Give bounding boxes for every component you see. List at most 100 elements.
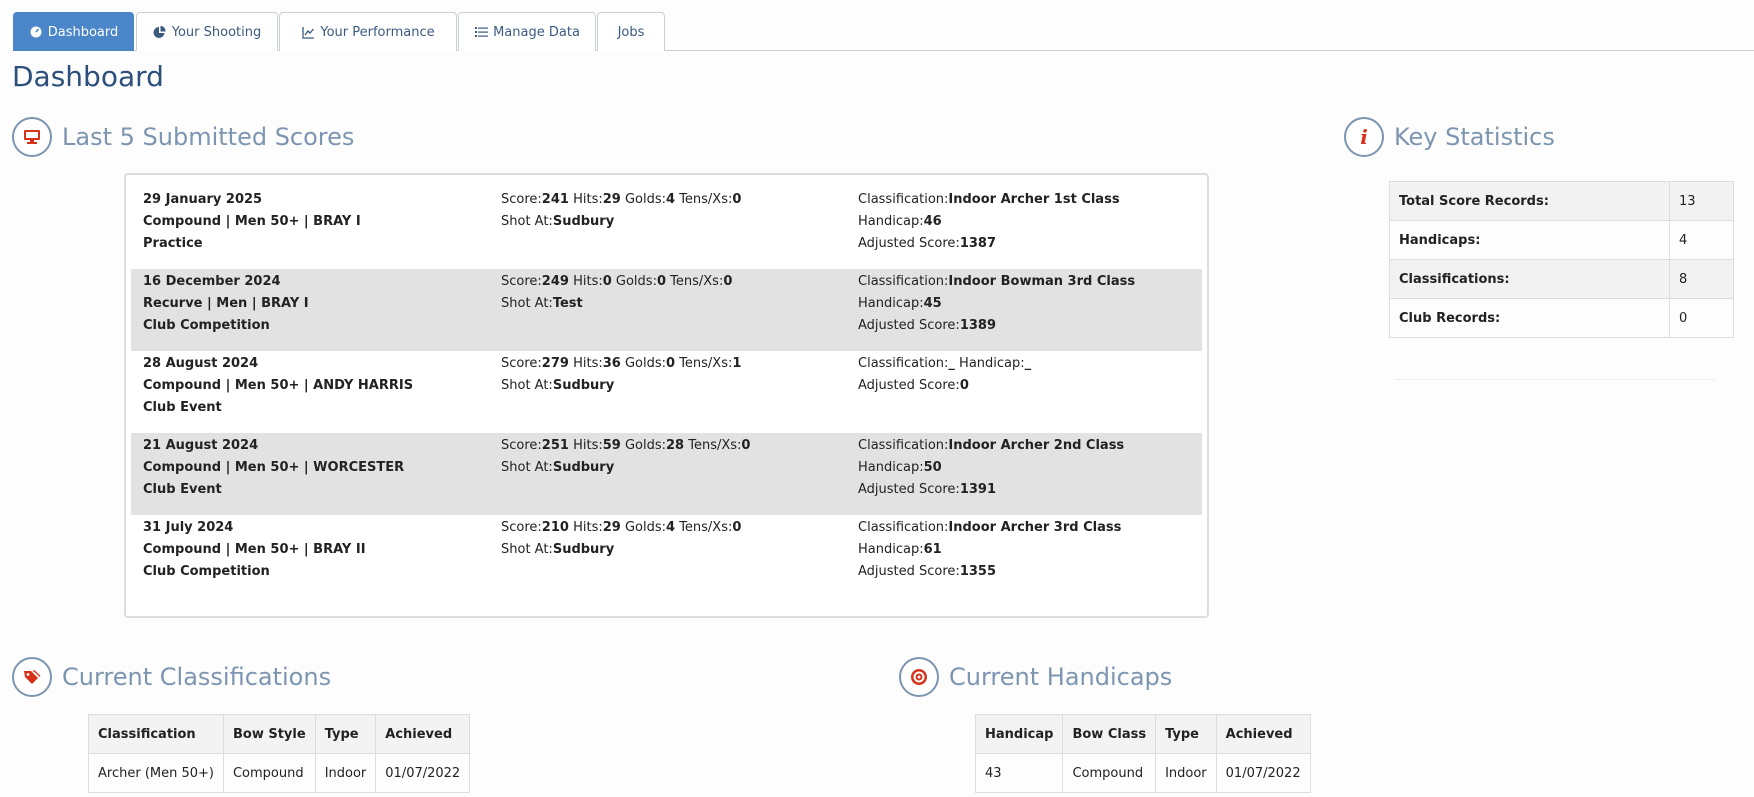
score-results: Score:279 Hits:36 Golds:0 Tens/Xs:1 Shot …: [501, 353, 841, 397]
score-row[interactable]: 28 August 2024 Compound | Men 50+ | ANDY …: [131, 351, 1202, 433]
classifications-header: Current Classifications: [12, 657, 331, 697]
classification-label: Classification:: [858, 520, 949, 535]
score-results: Score:210 Hits:29 Golds:4 Tens/Xs:0 Shot …: [501, 517, 841, 561]
handicap-label: Handicap:: [858, 460, 924, 475]
adjusted-score-label: Adjusted Score:: [858, 236, 960, 251]
handicap-value: 61: [923, 542, 942, 557]
table-cell: 01/07/2022: [1215, 753, 1311, 793]
classification-label: Classification:: [858, 438, 949, 453]
stat-value: 8: [1669, 259, 1734, 299]
score-row[interactable]: 31 July 2024 Compound | Men 50+ | BRAY II…: [131, 515, 1202, 597]
stat-label: Classifications:: [1389, 259, 1670, 299]
tens-value: 0: [723, 274, 733, 289]
column-header: Handicap: [974, 714, 1064, 754]
shot-at-value: Sudbury: [552, 460, 615, 475]
tab-label: Dashboard: [47, 24, 119, 40]
adjusted-score-value: 1391: [959, 482, 996, 497]
hits-label: Hits:: [573, 274, 603, 289]
table-header-row: Classification Bow Style Type Achieved: [88, 714, 471, 754]
classification-value: Indoor Archer 2nd Class: [948, 438, 1125, 453]
table-cell: Archer (Men 50+): [88, 753, 224, 793]
column-header: Classification: [88, 714, 224, 754]
golds-label: Golds:: [615, 274, 657, 289]
dashboard-icon: [29, 25, 43, 39]
stat-label: Club Records:: [1389, 298, 1670, 338]
golds-label: Golds:: [624, 356, 666, 371]
score-label: Score:: [501, 520, 542, 535]
score-round: Recurve | Men | BRAY I: [143, 296, 309, 311]
table-cell: Indoor: [314, 753, 377, 793]
table-row: Archer (Men 50+) Compound Indoor 01/07/2…: [88, 753, 471, 793]
tab-manage-data[interactable]: Manage Data: [458, 12, 596, 51]
adjusted-score-value: 1389: [959, 318, 996, 333]
tab-jobs[interactable]: Jobs: [597, 12, 665, 51]
score-round-info: 31 July 2024 Compound | Men 50+ | BRAY II…: [143, 517, 483, 583]
adjusted-score-label: Adjusted Score:: [858, 378, 960, 393]
table-cell: Indoor: [1155, 753, 1217, 793]
section-title: Last 5 Submitted Scores: [62, 123, 355, 151]
score-date: 21 August 2024: [143, 438, 259, 453]
hits-label: Hits:: [573, 356, 603, 371]
score-row[interactable]: 21 August 2024 Compound | Men 50+ | WORCE…: [131, 433, 1202, 515]
tens-label: Tens/Xs:: [670, 274, 724, 289]
score-date: 31 July 2024: [143, 520, 234, 535]
key-statistics-header: i Key Statistics: [1344, 117, 1555, 157]
score-event: Club Event: [143, 482, 222, 497]
score-row[interactable]: 16 December 2024 Recurve | Men | BRAY I Cl…: [131, 269, 1202, 351]
score-value: 249: [541, 274, 569, 289]
last-scores-header: Last 5 Submitted Scores: [12, 117, 354, 157]
classification-label: Classification:: [858, 274, 949, 289]
score-date: 29 January 2025: [143, 192, 263, 207]
score-round: Compound | Men 50+ | ANDY HARRIS: [143, 378, 414, 393]
tab-label: Manage Data: [493, 24, 580, 40]
table-row: 43 Compound Indoor 01/07/2022: [974, 753, 1311, 793]
score-value: 241: [541, 192, 569, 207]
tab-your-shooting[interactable]: Your Shooting: [136, 12, 278, 51]
score-row[interactable]: 29 January 2025 Compound | Men 50+ | BRAY…: [131, 187, 1202, 269]
score-event: Club Competition: [143, 564, 270, 579]
column-header: Achieved: [375, 714, 471, 754]
score-classification: Classification:Indoor Archer 3rd Class H…: [858, 517, 1198, 583]
golds-label: Golds:: [624, 520, 666, 535]
pie-chart-icon: [153, 25, 167, 39]
stat-row: Total Score Records: 13: [1389, 181, 1734, 221]
adjusted-score-label: Adjusted Score:: [858, 318, 960, 333]
stat-row: Handicaps: 4: [1389, 220, 1734, 260]
table-cell: Compound: [1062, 753, 1157, 793]
handicap-value: _: [1024, 356, 1032, 371]
tens-label: Tens/Xs:: [688, 438, 742, 453]
hits-value: 29: [602, 192, 621, 207]
score-label: Score:: [501, 438, 542, 453]
table-cell: 01/07/2022: [375, 753, 471, 793]
classification-value: Indoor Archer 1st Class: [948, 192, 1120, 207]
score-label: Score:: [501, 192, 542, 207]
score-results: Score:251 Hits:59 Golds:28 Tens/Xs:0 Shot…: [501, 435, 841, 479]
table-cell: 43: [974, 753, 1064, 793]
scores-panel: 29 January 2025 Compound | Men 50+ | BRAY…: [124, 173, 1209, 618]
score-event: Club Event: [143, 400, 222, 415]
score-date: 28 August 2024: [143, 356, 259, 371]
handicap-label: Handicap:: [959, 356, 1025, 371]
hits-value: 59: [602, 438, 621, 453]
stat-value: 4: [1669, 220, 1734, 260]
tab-dashboard[interactable]: Dashboard: [13, 12, 134, 51]
info-icon: i: [1344, 117, 1384, 157]
shot-at-label: Shot At:: [501, 542, 553, 557]
section-title: Key Statistics: [1394, 123, 1555, 151]
monitor-icon: [12, 117, 52, 157]
tab-label: Jobs: [617, 24, 645, 40]
score-round: Compound | Men 50+ | WORCESTER: [143, 460, 405, 475]
handicap-value: 45: [923, 296, 942, 311]
hits-value: 36: [602, 356, 621, 371]
divider: [1395, 379, 1715, 380]
score-round: Compound | Men 50+ | BRAY I: [143, 214, 361, 229]
tags-icon: [12, 657, 52, 697]
tab-your-performance[interactable]: Your Performance: [279, 12, 457, 51]
list-icon: [474, 25, 488, 39]
score-value: 251: [541, 438, 569, 453]
column-header: Achieved: [1215, 714, 1311, 754]
hits-label: Hits:: [573, 192, 603, 207]
score-round-info: 16 December 2024 Recurve | Men | BRAY I Cl…: [143, 271, 483, 337]
tens-label: Tens/Xs:: [679, 520, 733, 535]
hits-label: Hits:: [573, 438, 603, 453]
